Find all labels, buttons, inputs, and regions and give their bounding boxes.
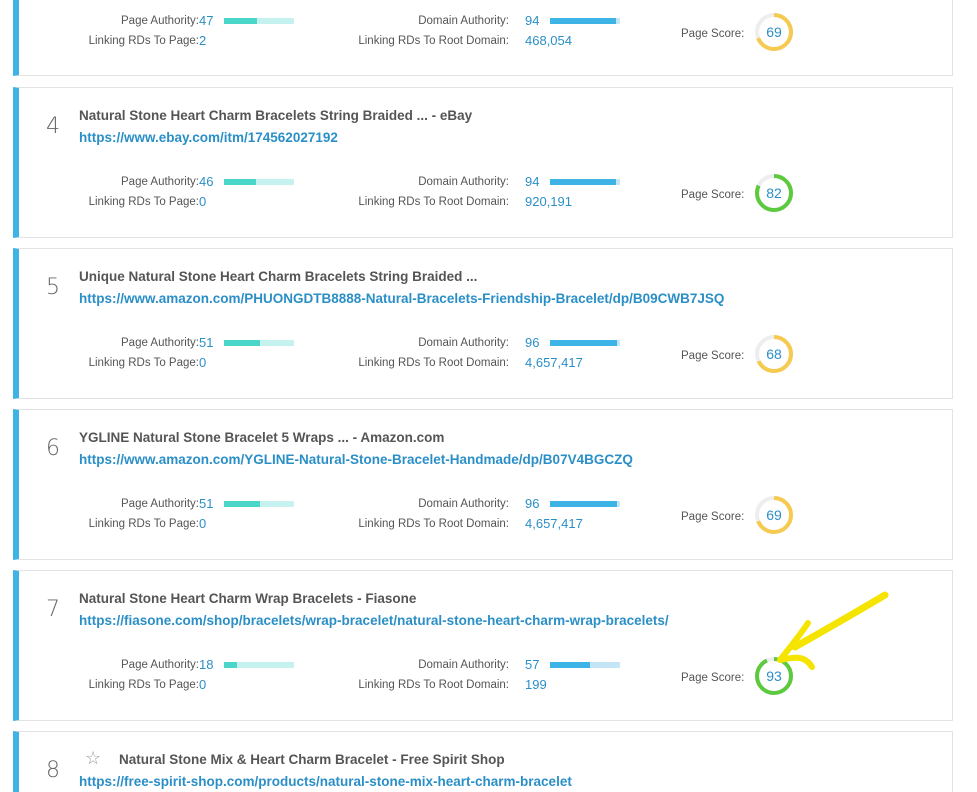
page-authority-label: Page Authority: [121, 498, 199, 510]
domain-authority-bar [550, 501, 620, 507]
domain-authority-label: Domain Authority: [418, 498, 509, 510]
domain-authority-label: Domain Authority: [418, 176, 509, 188]
linking-rds-root-value: 468,054 [525, 33, 572, 48]
linking-rds-page-value: 0 [199, 516, 207, 531]
result-url-link[interactable]: https://www.amazon.com/PHUONGDTB8888-Nat… [79, 291, 724, 306]
domain-authority-bar [550, 340, 620, 346]
arrow-annotation-icon [777, 591, 889, 670]
domain-authority-value: 96 [525, 335, 540, 350]
linking-rds-root-value: 920,191 [525, 194, 572, 209]
linking-rds-root-label: Linking RDs To Root Domain: [358, 196, 509, 208]
result-url-link[interactable]: https://fiasone.com/shop/bracelets/wrap-… [79, 613, 669, 628]
result-rank: 5 [46, 275, 60, 300]
result-title: YGLINE Natural Stone Bracelet 5 Wraps ..… [79, 430, 445, 445]
domain-authority-bar [550, 179, 620, 185]
page-score-label: Page Score: [681, 350, 745, 362]
page-authority-label: Page Authority: [121, 15, 199, 27]
page-authority-value: 18 [199, 657, 214, 672]
domain-authority-label: Domain Authority: [418, 15, 509, 27]
page-authority-label: Page Authority: [121, 176, 199, 188]
domain-authority-label: Domain Authority: [418, 337, 509, 349]
linking-rds-page-label: Linking RDs To Page: [88, 196, 199, 208]
page-score-label: Page Score: [681, 28, 745, 40]
page-score-gauge: 82 [753, 172, 795, 214]
linking-rds-page-label: Linking RDs To Page: [88, 518, 199, 530]
page-authority-bar [224, 662, 294, 668]
result-rank: 7 [46, 597, 60, 622]
result-title: Natural Stone Mix & Heart Charm Bracelet… [119, 752, 505, 767]
page-score-gauge: 69 [753, 11, 795, 53]
page-score-gauge: 69 [753, 494, 795, 536]
linking-rds-root-label: Linking RDs To Root Domain: [358, 679, 509, 691]
result-url-link[interactable]: https://free-spirit-shop.com/products/na… [79, 774, 572, 789]
page-authority-value: 47 [199, 13, 214, 28]
page-score-label: Page Score: [681, 511, 745, 523]
page-score-gauge: 68 [753, 333, 795, 375]
domain-authority-bar [550, 662, 620, 668]
linking-rds-page-value: 2 [199, 33, 207, 48]
domain-authority-bar [550, 18, 620, 24]
linking-rds-page-value: 0 [199, 355, 207, 370]
page-authority-label: Page Authority: [121, 659, 199, 671]
page-authority-value: 51 [199, 496, 214, 511]
result-rank: 8 [46, 758, 60, 783]
star-icon[interactable]: ☆ [85, 748, 101, 769]
linking-rds-page-label: Linking RDs To Page: [88, 35, 199, 47]
linking-rds-root-value: 4,657,417 [525, 516, 583, 531]
linking-rds-root-label: Linking RDs To Root Domain: [358, 357, 509, 369]
linking-rds-root-label: Linking RDs To Root Domain: [358, 35, 509, 47]
result-rank: 4 [46, 114, 60, 139]
result-url-link[interactable]: https://www.amazon.com/YGLINE-Natural-St… [79, 452, 633, 467]
result-title: Unique Natural Stone Heart Charm Bracele… [79, 269, 478, 284]
page-authority-bar [224, 340, 294, 346]
linking-rds-page-label: Linking RDs To Page: [88, 679, 199, 691]
domain-authority-value: 94 [525, 13, 540, 28]
page-authority-label: Page Authority: [121, 337, 199, 349]
domain-authority-value: 57 [525, 657, 540, 672]
linking-rds-page-label: Linking RDs To Page: [88, 357, 199, 369]
result-card-5: 5 Unique Natural Stone Heart Charm Brace… [13, 248, 953, 399]
linking-rds-root-value: 4,657,417 [525, 355, 583, 370]
page-score-label: Page Score: [681, 672, 745, 684]
result-rank: 6 [46, 436, 60, 461]
page-authority-bar [224, 501, 294, 507]
result-title: Natural Stone Heart Charm Wrap Bracelets… [79, 591, 417, 606]
result-card-3: Page Authority: 47 Linking RDs To Page: … [13, 0, 953, 76]
domain-authority-value: 94 [525, 174, 540, 189]
domain-authority-label: Domain Authority: [418, 659, 509, 671]
page-authority-value: 51 [199, 335, 214, 350]
result-card-6: 6 YGLINE Natural Stone Bracelet 5 Wraps … [13, 409, 953, 560]
page-authority-value: 46 [199, 174, 214, 189]
page-score-label: Page Score: [681, 189, 745, 201]
result-card-4: 4 Natural Stone Heart Charm Bracelets St… [13, 87, 953, 238]
linking-rds-root-value: 199 [525, 677, 547, 692]
page-authority-bar [224, 179, 294, 185]
linking-rds-root-label: Linking RDs To Root Domain: [358, 518, 509, 530]
domain-authority-value: 96 [525, 496, 540, 511]
page-authority-bar [224, 18, 294, 24]
result-title: Natural Stone Heart Charm Bracelets Stri… [79, 108, 473, 123]
result-card-8: 8 ☆ Natural Stone Mix & Heart Charm Brac… [13, 731, 953, 792]
result-url-link[interactable]: https://www.ebay.com/itm/174562027192 [79, 130, 338, 145]
linking-rds-page-value: 0 [199, 194, 207, 209]
linking-rds-page-value: 0 [199, 677, 207, 692]
